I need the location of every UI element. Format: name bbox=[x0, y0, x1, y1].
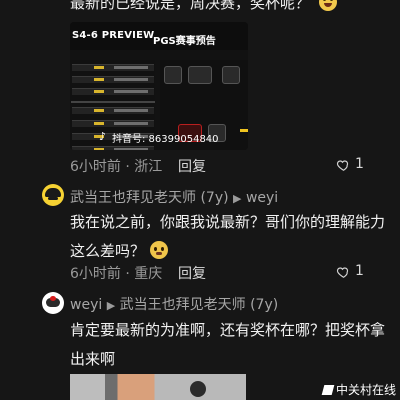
timestamp: 6小时前 bbox=[70, 159, 121, 175]
author-name[interactable]: weyi bbox=[70, 297, 102, 313]
comment-line-1: 肯定要最新的为准啊，还有奖杯在哪？把奖杯拿 bbox=[70, 321, 386, 339]
location-label: 重庆 bbox=[134, 266, 163, 282]
comment-meta: 6小时前 · 重庆 bbox=[70, 263, 162, 283]
card-subtitle: PGS赛事预告 bbox=[153, 36, 216, 47]
reply-target[interactable]: weyi bbox=[246, 190, 278, 206]
top-comment-body: 最新的已经说是，周决赛，奖杯呢？ bbox=[70, 0, 311, 12]
avatar[interactable] bbox=[42, 292, 64, 314]
meta-separator: · bbox=[120, 159, 135, 175]
reply-arrow-icon: ▶ bbox=[233, 192, 242, 205]
comment-author: 武当王也拜见老天师 (7y) ▶ weyi bbox=[70, 187, 278, 207]
schedule-row bbox=[72, 107, 154, 114]
reply-target[interactable]: 武当王也拜见老天师 (7y) bbox=[120, 297, 279, 313]
reply-button[interactable]: 回复 bbox=[178, 263, 206, 283]
preview-card[interactable]: S4-6 PREVIEW PGS赛事预告 抖音号: 86399054840 bbox=[70, 22, 248, 150]
team-logo bbox=[222, 66, 240, 84]
like-count: 1 bbox=[355, 156, 364, 172]
comment-line-1: 我在说之前，你跟我说最新？哥们你的理解能力 bbox=[70, 213, 386, 231]
schedule-row bbox=[72, 88, 154, 95]
watermark-text: 抖音号: 86399054840 bbox=[112, 133, 219, 145]
reply-button[interactable]: 回复 bbox=[178, 156, 206, 176]
crying-face-icon bbox=[318, 0, 337, 11]
brand-logo-icon bbox=[321, 384, 335, 395]
reply-arrow-icon: ▶ bbox=[106, 299, 116, 312]
comment-line-2: 出来啊 bbox=[70, 350, 116, 368]
timestamp: 6小时前 bbox=[70, 266, 121, 282]
worried-face-icon bbox=[149, 241, 168, 259]
comment-meta: 6小时前 · 浙江 bbox=[70, 156, 162, 176]
comment-line-2: 这么差吗？ bbox=[70, 237, 400, 266]
tiktok-watermark: 抖音号: 86399054840 bbox=[99, 130, 248, 145]
team-logo bbox=[164, 66, 182, 84]
card-title: S4-6 PREVIEW bbox=[72, 30, 155, 41]
heart-icon[interactable] bbox=[336, 158, 351, 172]
team-logo bbox=[188, 66, 212, 84]
comment-line-2-text: 这么差吗？ bbox=[70, 242, 146, 260]
schedule-row bbox=[72, 76, 154, 83]
avatar[interactable] bbox=[42, 184, 64, 206]
comment-body: 我在说之前，你跟我说最新？哥们你的理解能力 这么差吗？ bbox=[70, 208, 400, 266]
schedule-row bbox=[72, 64, 154, 71]
brand-watermark: 中关村在线 bbox=[321, 381, 396, 398]
schedule-row bbox=[72, 120, 154, 127]
schedule-divider bbox=[71, 101, 155, 103]
top-comment-text: 最新的已经说是，周决赛，奖杯呢？ bbox=[70, 0, 337, 13]
tiktok-icon bbox=[99, 130, 109, 143]
like-count: 1 bbox=[355, 263, 364, 279]
schedule-row bbox=[72, 146, 154, 150]
attached-image-thumbnail[interactable] bbox=[70, 374, 246, 400]
location-label: 浙江 bbox=[134, 159, 163, 175]
meta-separator: · bbox=[120, 266, 135, 282]
author-name[interactable]: 武当王也拜见老天师 (7y) bbox=[70, 190, 229, 206]
comment-body: 肯定要最新的为准啊，还有奖杯在哪？把奖杯拿 出来啊 bbox=[70, 316, 400, 374]
heart-icon[interactable] bbox=[336, 265, 351, 279]
comment-author: weyi ▶ 武当王也拜见老天师 (7y) bbox=[70, 294, 278, 314]
brand-label: 中关村在线 bbox=[335, 383, 396, 397]
